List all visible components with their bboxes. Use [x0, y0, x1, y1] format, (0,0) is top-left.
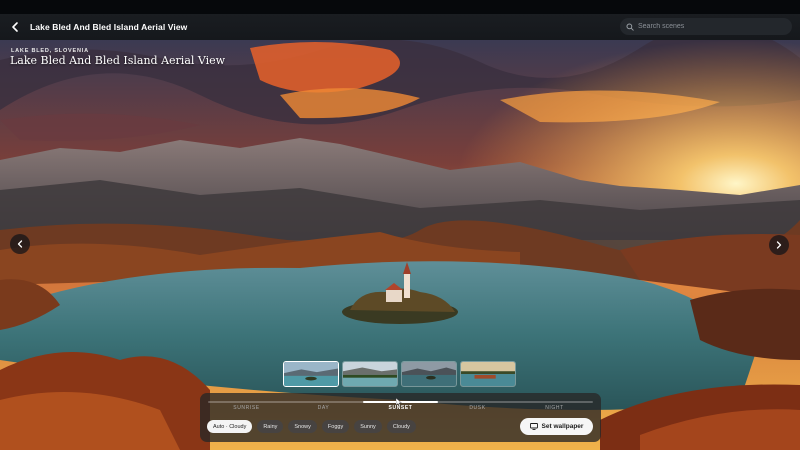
weather-chip-snowy[interactable]: Snowy: [288, 420, 317, 433]
weather-chip-sunny[interactable]: Sunny: [354, 420, 382, 433]
search-icon: [626, 22, 634, 31]
search-input[interactable]: [638, 23, 788, 30]
thumbnail-image: [402, 362, 456, 386]
phase-day[interactable]: DAY: [285, 405, 362, 411]
top-strip: [0, 0, 800, 14]
controls-panel: SUNRISE DAY SUNSET DUSK NIGHT Auto · Clo…: [200, 393, 601, 442]
weather-chip-foggy[interactable]: Foggy: [321, 420, 350, 433]
time-of-day-phases: SUNRISE DAY SUNSET DUSK NIGHT: [208, 405, 593, 411]
weather-chip-auto[interactable]: Auto · Cloudy: [207, 420, 253, 433]
weather-chip-rainy[interactable]: Rainy: [257, 420, 284, 433]
thumbnail-image: [284, 362, 338, 386]
next-scene-button[interactable]: [769, 235, 789, 255]
phase-dusk[interactable]: DUSK: [439, 405, 516, 411]
thumbnail-2[interactable]: [342, 361, 398, 387]
thumbnail-3[interactable]: [401, 361, 457, 387]
header-bar: Lake Bled And Bled Island Aerial View: [0, 14, 800, 40]
thumbnail-1[interactable]: [283, 361, 339, 387]
thumbnail-image: [461, 362, 515, 386]
chevron-right-icon: [776, 241, 782, 249]
scene-image: LAKE BLED, SLOVENIA Lake Bled And Bled I…: [0, 40, 800, 450]
chevron-left-icon: [12, 22, 18, 32]
weather-chip-cloudy[interactable]: Cloudy: [386, 420, 416, 433]
back-button[interactable]: [4, 16, 26, 38]
phase-sunrise[interactable]: SUNRISE: [208, 405, 285, 411]
phase-night[interactable]: NIGHT: [516, 405, 593, 411]
monitor-icon: [529, 423, 538, 430]
time-of-day-slider[interactable]: [208, 398, 593, 406]
set-wallpaper-label: Set wallpaper: [541, 423, 584, 430]
scene-thumbnails: [283, 361, 516, 387]
scene-title: Lake Bled And Bled Island Aerial View: [10, 54, 226, 67]
phase-sunset[interactable]: SUNSET: [362, 405, 439, 411]
weather-options: Auto · Cloudy Rainy Snowy Foggy Sunny Cl…: [207, 420, 416, 433]
lake-bled-landscape: [0, 40, 800, 450]
thumbnail-image: [343, 362, 397, 386]
set-wallpaper-button[interactable]: Set wallpaper: [520, 418, 593, 435]
thumbnail-4[interactable]: [460, 361, 516, 387]
page-title: Lake Bled And Bled Island Aerial View: [30, 22, 188, 32]
chevron-left-icon: [17, 240, 23, 248]
previous-scene-button[interactable]: [10, 234, 30, 254]
search-box[interactable]: [620, 18, 792, 35]
